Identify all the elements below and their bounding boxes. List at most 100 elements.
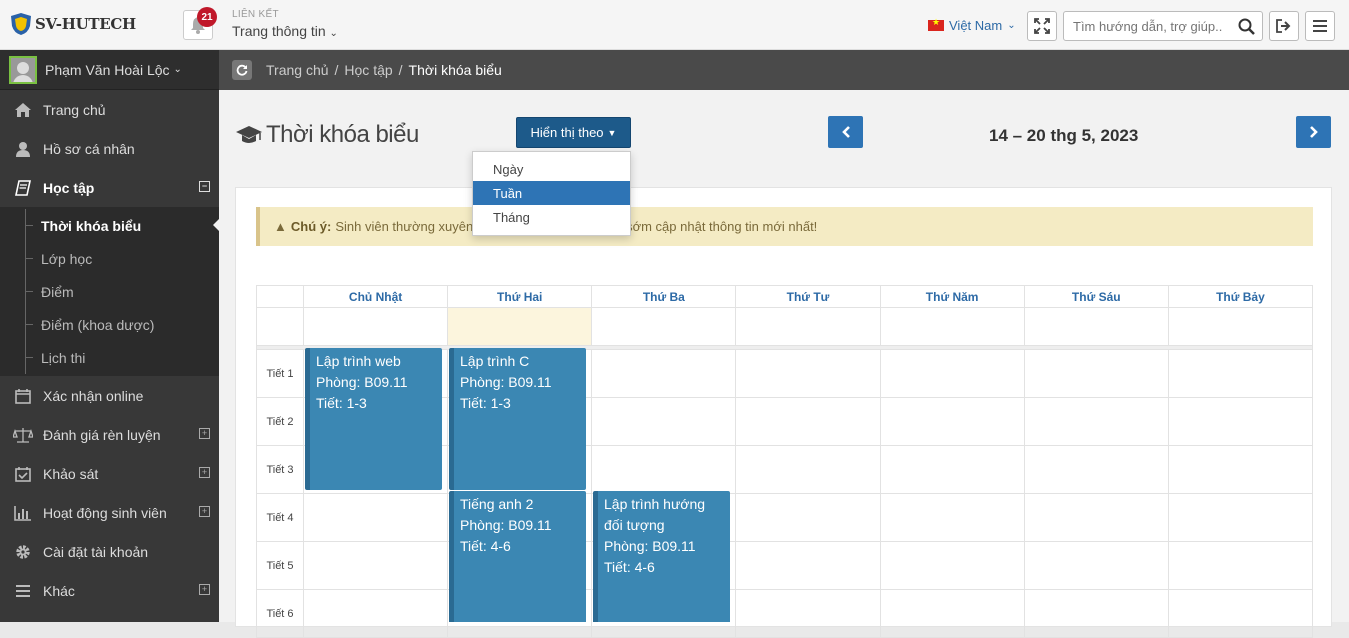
- sidebar-item-student-activities[interactable]: Hoạt động sinh viên +: [0, 493, 219, 532]
- collapse-icon[interactable]: −: [199, 181, 210, 192]
- previous-week-button[interactable]: [828, 116, 863, 148]
- slot-cell[interactable]: [1167, 445, 1314, 494]
- logout-button[interactable]: [1269, 11, 1299, 41]
- sidebar-subitem-exam-schedule[interactable]: Lịch thi: [0, 341, 219, 374]
- slot-cell[interactable]: [879, 493, 1025, 542]
- sidebar-item-account-settings[interactable]: Cài đặt tài khoản: [0, 532, 219, 571]
- sidebar-subitem-pharmacy-grades[interactable]: Điểm (khoa dược): [0, 308, 219, 341]
- sidebar-item-label: Cài đặt tài khoản: [43, 543, 149, 560]
- sidebar-item-label: Trang chủ: [43, 101, 106, 118]
- event-periods: Tiết: 1-3: [316, 395, 367, 411]
- slot-cell[interactable]: [302, 589, 449, 638]
- slot-cell[interactable]: [735, 541, 881, 590]
- refresh-button[interactable]: [232, 60, 252, 80]
- slot-cell[interactable]: [591, 445, 737, 494]
- search-icon[interactable]: [1238, 18, 1256, 36]
- calendar-event[interactable]: Tiếng anh 2 Phòng: B09.11 Tiết: 4-6: [449, 491, 586, 622]
- sidebar-item-training-evaluation[interactable]: Đánh giá rèn luyện +: [0, 415, 219, 454]
- slot-cell[interactable]: [1023, 589, 1169, 638]
- view-mode-button[interactable]: Hiển thị theo ▼: [516, 117, 631, 148]
- slot-cell[interactable]: [735, 445, 881, 494]
- all-day-cell[interactable]: [591, 307, 737, 346]
- sidebar-subitem-timetable[interactable]: Thời khóa biểu: [0, 209, 220, 242]
- corner-cell: [256, 285, 304, 308]
- next-week-button[interactable]: [1296, 116, 1331, 148]
- slot-cell[interactable]: [1023, 445, 1169, 494]
- all-day-cell[interactable]: [302, 307, 449, 346]
- all-day-cell[interactable]: [735, 307, 881, 346]
- expand-icon[interactable]: +: [199, 506, 210, 517]
- slot-cell[interactable]: [1023, 493, 1169, 542]
- slot-cell[interactable]: [879, 445, 1025, 494]
- sidebar: Phạm Văn Hoài Lộc ⌄ Trang chủ Hồ sơ cá n…: [0, 50, 220, 622]
- slot-cell[interactable]: [1167, 349, 1314, 398]
- slot-cell[interactable]: [1023, 541, 1169, 590]
- slot-cell[interactable]: [302, 493, 449, 542]
- gear-icon: [12, 544, 34, 560]
- menu-toggle-button[interactable]: [1305, 11, 1335, 41]
- sidebar-item-survey[interactable]: Khảo sát +: [0, 454, 219, 493]
- event-periods: Tiết: 1-3: [460, 395, 511, 411]
- sidebar-subitem-classes[interactable]: Lớp học: [0, 242, 219, 275]
- expand-icon[interactable]: +: [199, 584, 210, 595]
- home-icon: [12, 102, 34, 118]
- notice-alert: ▲ Chú ý: Sinh viên thường xuyên ể sớm cậ…: [256, 207, 1313, 246]
- sidebar-item-online-confirm[interactable]: Xác nhận online: [0, 376, 219, 415]
- expand-icon[interactable]: +: [199, 428, 210, 439]
- slot-cell[interactable]: [1167, 493, 1314, 542]
- sidebar-item-other[interactable]: Khác +: [0, 571, 219, 610]
- slot-cell[interactable]: [1167, 589, 1314, 638]
- menu-icon: [12, 584, 34, 598]
- slot-cell[interactable]: [1023, 349, 1169, 398]
- notification-button[interactable]: 21: [183, 7, 217, 40]
- chevron-down-icon: ⌄: [1007, 20, 1016, 31]
- slot-cell[interactable]: [591, 349, 737, 398]
- period-row: Tiết 4: [256, 493, 1314, 542]
- all-day-cell[interactable]: [1023, 307, 1169, 346]
- link-selector[interactable]: LIÊN KẾT Trang thông tin ⌄: [232, 9, 338, 39]
- view-option-week[interactable]: Tuần: [473, 181, 630, 205]
- expand-icon[interactable]: +: [199, 467, 210, 478]
- search-input[interactable]: [1064, 12, 1232, 40]
- search-box[interactable]: [1063, 11, 1263, 41]
- chevron-down-icon: ⌄: [329, 28, 338, 39]
- all-day-cell[interactable]: [879, 307, 1025, 346]
- sidebar-item-profile[interactable]: Hồ sơ cá nhân: [0, 129, 219, 168]
- user-menu[interactable]: Phạm Văn Hoài Lộc ⌄: [0, 50, 219, 90]
- sidebar-item-study[interactable]: Học tập −: [0, 168, 219, 207]
- slot-cell[interactable]: [1167, 397, 1314, 446]
- fullscreen-button[interactable]: [1027, 11, 1057, 41]
- slot-cell[interactable]: [1023, 397, 1169, 446]
- slot-cell[interactable]: [735, 589, 881, 638]
- sidebar-subitem-label: Điểm: [41, 283, 74, 300]
- logo[interactable]: SV-HUTECH: [10, 12, 136, 36]
- calendar-event[interactable]: Lập trình C Phòng: B09.11 Tiết: 1-3: [449, 348, 586, 490]
- view-option-day[interactable]: Ngày: [473, 157, 630, 181]
- language-label: Việt Nam: [949, 18, 1003, 33]
- slot-cell[interactable]: [735, 397, 881, 446]
- calendar-event[interactable]: Lập trình web Phòng: B09.11 Tiết: 1-3: [305, 348, 442, 490]
- view-option-month[interactable]: Tháng: [473, 205, 630, 229]
- breadcrumb-study[interactable]: Học tập: [344, 62, 392, 78]
- all-day-cell[interactable]: [1167, 307, 1314, 346]
- slot-cell[interactable]: [879, 541, 1025, 590]
- all-day-row: [256, 307, 1314, 346]
- calendar-event[interactable]: Lập trình hướng đối tượng Phòng: B09.11 …: [593, 491, 730, 622]
- all-day-cell-today[interactable]: [447, 307, 593, 346]
- caret-down-icon: ▼: [607, 127, 617, 138]
- slot-cell[interactable]: [879, 397, 1025, 446]
- view-mode-label: Hiển thị theo: [530, 125, 604, 140]
- breadcrumb-home[interactable]: Trang chủ: [266, 62, 329, 78]
- language-selector[interactable]: Việt Nam ⌄: [928, 17, 1016, 33]
- sidebar-subitem-grades[interactable]: Điểm: [0, 275, 219, 308]
- slot-cell[interactable]: [735, 493, 881, 542]
- slot-cell[interactable]: [879, 589, 1025, 638]
- slot-cell[interactable]: [591, 397, 737, 446]
- sidebar-item-home[interactable]: Trang chủ: [0, 90, 219, 129]
- logo-text: SV-HUTECH: [35, 15, 136, 33]
- slot-cell[interactable]: [735, 349, 881, 398]
- slot-cell[interactable]: [1167, 541, 1314, 590]
- slot-cell[interactable]: [302, 541, 449, 590]
- slot-cell[interactable]: [879, 349, 1025, 398]
- breadcrumb: Trang chủ / Học tập / Thời khóa biểu: [219, 50, 1349, 90]
